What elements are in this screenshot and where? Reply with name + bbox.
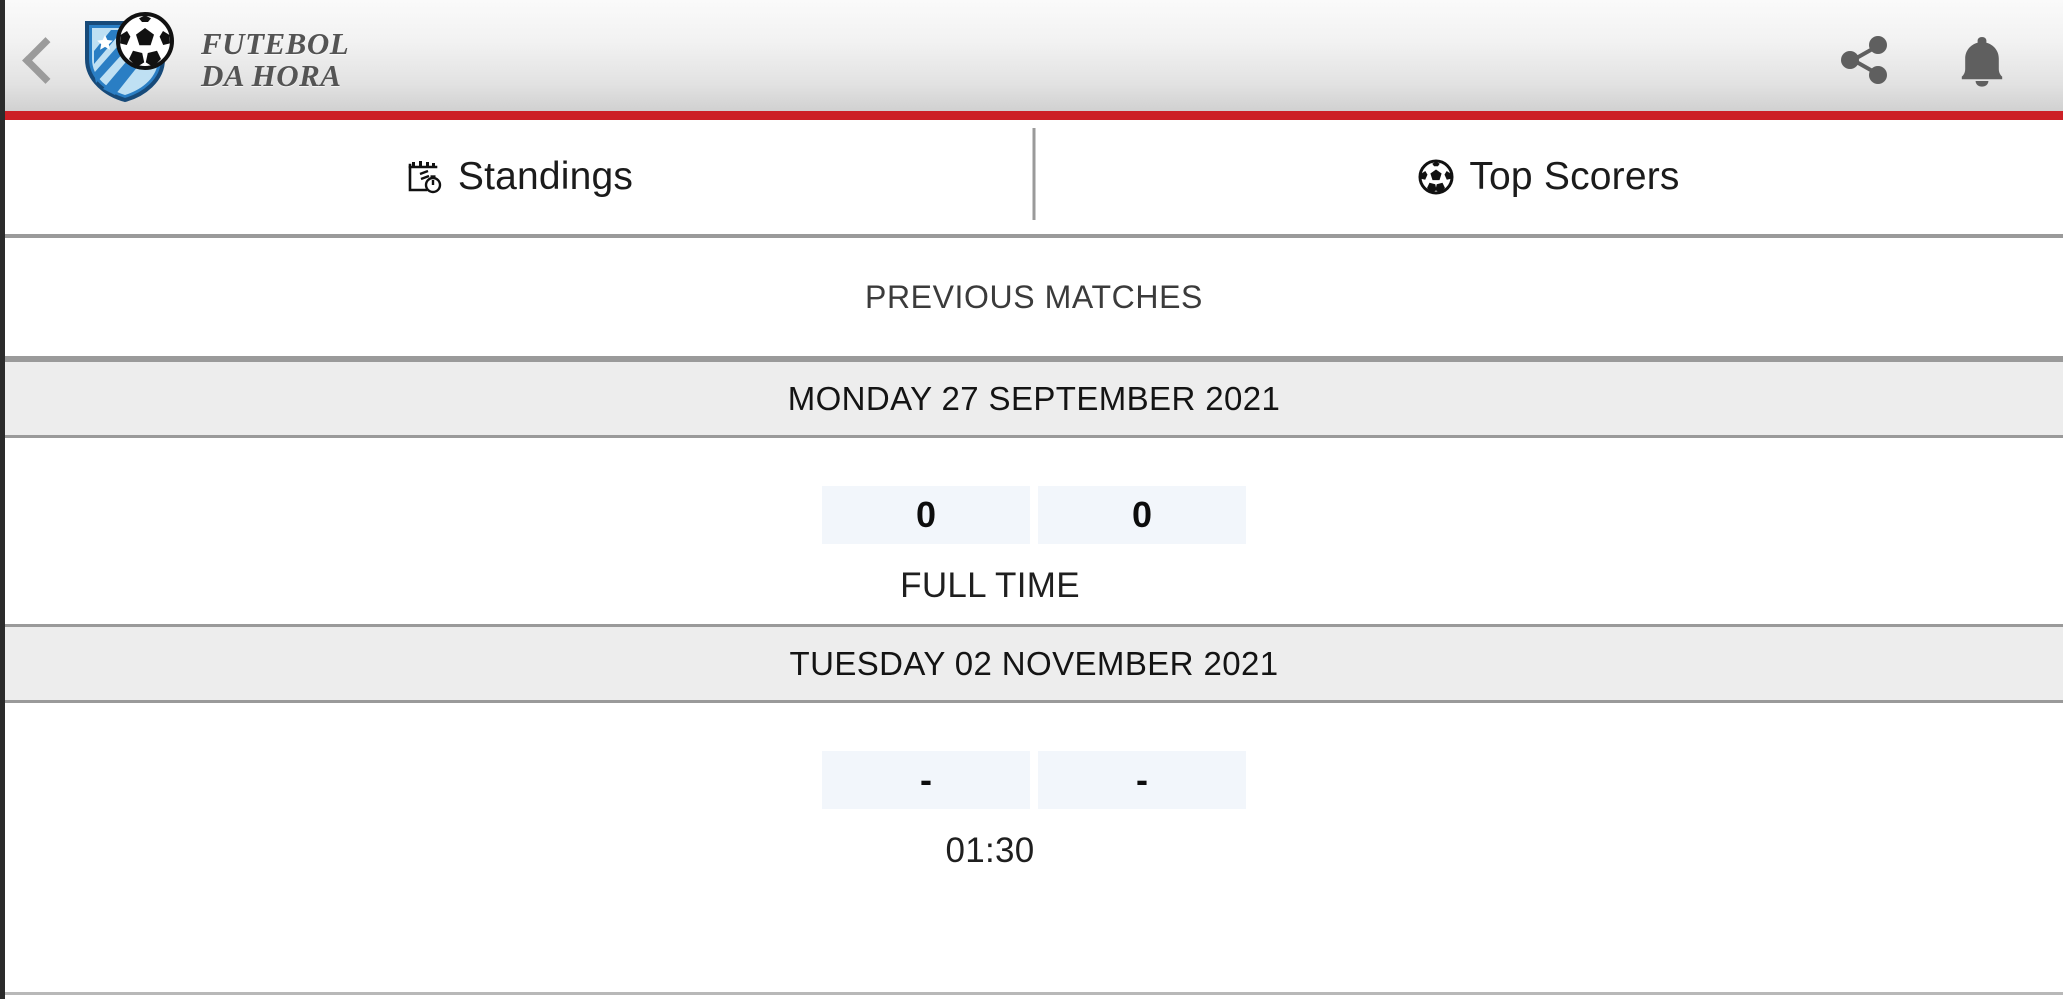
tab-standings[interactable]: Standings — [5, 120, 1034, 234]
score-row: - - — [5, 751, 2063, 809]
brand-logo-group[interactable]: FUTEBOL DA HORA — [77, 11, 349, 106]
header-actions — [1835, 31, 2063, 89]
bell-icon[interactable] — [1953, 31, 2011, 89]
share-icon[interactable] — [1835, 31, 1893, 89]
bottom-divider — [5, 992, 2063, 995]
home-score-box[interactable]: - — [822, 751, 1030, 809]
previous-matches-header: PREVIOUS MATCHES — [5, 238, 2063, 359]
calendar-stopwatch-icon — [406, 158, 444, 196]
match-status-row: 01:30 — [5, 831, 2063, 871]
match-status-row: FULL TIME — [5, 566, 2063, 606]
chevron-left-icon — [21, 36, 69, 84]
match-status: 01:30 — [945, 831, 1035, 870]
match-row[interactable]: - - 01:30 — [5, 703, 2063, 889]
shield-soccer-ball-logo — [77, 11, 185, 103]
date-header: TUESDAY 02 NOVEMBER 2021 — [5, 624, 2063, 703]
date-label: TUESDAY 02 NOVEMBER 2021 — [789, 644, 1279, 682]
brand-name: FUTEBOL DA HORA — [201, 28, 349, 91]
tab-bar: Standings Top Scorers — [5, 120, 2063, 238]
app-root: FUTEBOL DA HORA Standings Top Scorers PR… — [0, 0, 2063, 999]
back-button[interactable] — [5, 0, 77, 120]
brand-line-2: DA HORA — [201, 58, 342, 93]
header-accent-bar — [5, 111, 2063, 120]
match-row[interactable]: 0 0 FULL TIME — [5, 438, 2063, 624]
app-header: FUTEBOL DA HORA — [5, 0, 2063, 120]
match-status: FULL TIME — [900, 566, 1080, 605]
brand-line-1: FUTEBOL — [201, 26, 350, 62]
away-score-box[interactable]: - — [1038, 751, 1246, 809]
tab-top-scorers-label: Top Scorers — [1469, 155, 1680, 198]
date-label: MONDAY 27 SEPTEMBER 2021 — [787, 379, 1281, 417]
page-title: PREVIOUS MATCHES — [865, 278, 1203, 315]
home-score-box[interactable]: 0 — [822, 486, 1030, 544]
score-row: 0 0 — [5, 486, 2063, 544]
away-score-box[interactable]: 0 — [1038, 486, 1246, 544]
tab-top-scorers[interactable]: Top Scorers — [1034, 120, 2063, 234]
tab-standings-label: Standings — [457, 155, 634, 198]
soccer-ball-icon — [1417, 158, 1455, 196]
date-header: MONDAY 27 SEPTEMBER 2021 — [5, 359, 2063, 438]
